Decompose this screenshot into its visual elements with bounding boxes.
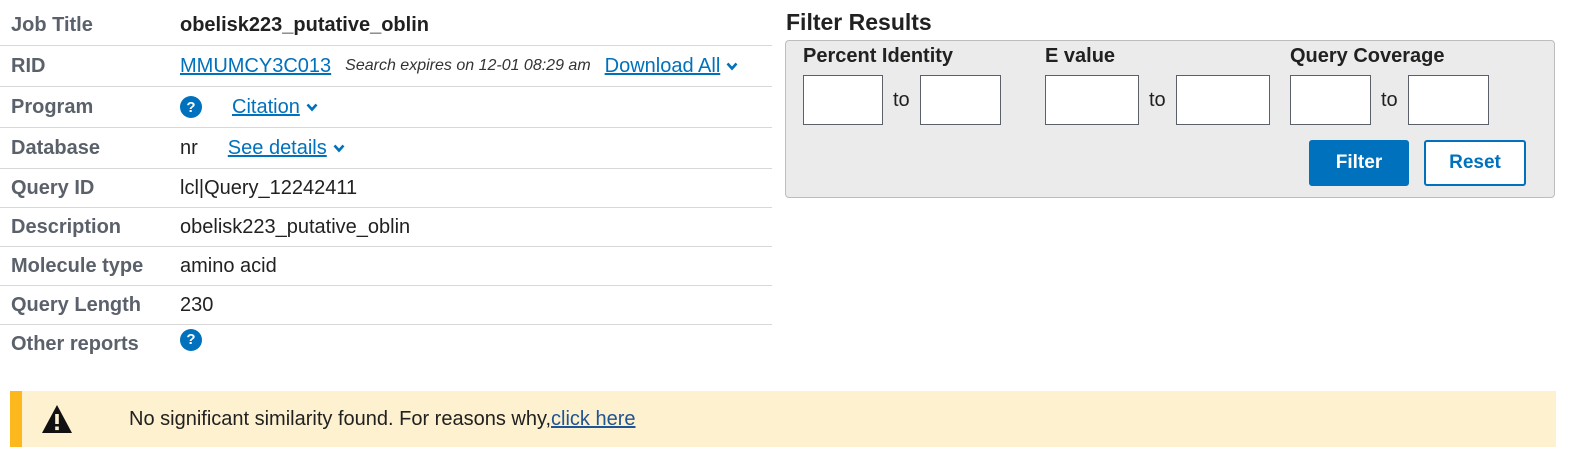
chevron-down-icon[interactable] <box>333 144 345 153</box>
warning-triangle-icon <box>42 405 72 433</box>
question-circle-icon[interactable]: ? <box>180 328 202 351</box>
percent-identity-min-input[interactable] <box>803 75 883 125</box>
query-coverage-min-input[interactable] <box>1290 75 1371 125</box>
row-program: Program ? Citation <box>0 87 772 128</box>
e-value-group: E value to <box>1045 45 1270 125</box>
percent-identity-group: Percent Identity to <box>803 45 1001 125</box>
see-details-link[interactable]: See details <box>228 137 327 160</box>
molecule-type-value: amino acid <box>180 254 277 277</box>
to-label: to <box>1149 88 1166 111</box>
percent-identity-max-input[interactable] <box>919 75 1001 125</box>
chevron-down-icon[interactable] <box>306 103 318 112</box>
download-all-link[interactable]: Download All <box>605 55 721 78</box>
database-label: Database <box>11 136 100 159</box>
e-value-min-input[interactable] <box>1045 75 1139 125</box>
filter-button[interactable]: Filter <box>1309 140 1409 186</box>
query-id-label: Query ID <box>11 176 95 199</box>
banner-text: No significant similarity found. For rea… <box>129 407 552 430</box>
row-query-id: Query ID lcl|Query_12242411 <box>0 169 772 208</box>
reset-button[interactable]: Reset <box>1424 140 1526 186</box>
molecule-type-label: Molecule type <box>11 254 144 277</box>
click-here-link[interactable]: click here <box>551 408 635 430</box>
e-value-max-input[interactable] <box>1175 75 1270 125</box>
database-value: nr <box>180 136 198 159</box>
banner-message: No significant similarity found. For rea… <box>129 408 636 431</box>
program-label: Program <box>11 95 94 118</box>
query-coverage-max-input[interactable] <box>1407 75 1489 125</box>
no-results-banner: No significant similarity found. For rea… <box>10 391 1556 447</box>
search-expires-text: Search expires on 12-01 08:29 am <box>345 57 591 74</box>
rid-link[interactable]: MMUMCY3C013 <box>180 55 331 78</box>
filter-panel: Percent Identity to E value to Query Cov… <box>785 40 1555 198</box>
row-query-length: Query Length 230 <box>0 286 772 325</box>
row-description: Description obelisk223_putative_oblin <box>0 208 772 247</box>
row-job-title: Job Title obelisk223_putative_oblin <box>0 5 772 46</box>
row-database: Database nr See details <box>0 128 772 169</box>
query-length-label: Query Length <box>11 293 142 316</box>
row-rid: RID MMUMCY3C013 Search expires on 12-01 … <box>0 46 772 87</box>
e-value-label: E value <box>1045 45 1116 67</box>
filter-results-title: Filter Results <box>786 9 932 35</box>
job-title-value: obelisk223_putative_oblin <box>180 13 429 36</box>
question-circle-icon[interactable]: ? <box>180 96 202 118</box>
citation-link[interactable]: Citation <box>232 96 300 119</box>
description-value: obelisk223_putative_oblin <box>180 215 411 238</box>
job-title-label: Job Title <box>11 13 93 36</box>
query-coverage-group: Query Coverage to <box>1290 45 1489 125</box>
percent-identity-label: Percent Identity <box>803 45 954 67</box>
to-label: to <box>893 88 910 111</box>
query-coverage-label: Query Coverage <box>1290 45 1445 67</box>
rid-label: RID <box>11 54 46 77</box>
row-other-reports: Other reports ? <box>0 325 772 364</box>
query-length-value: 230 <box>180 293 214 316</box>
job-summary-table: Job Title obelisk223_putative_oblin RID … <box>0 5 772 364</box>
query-id-value: lcl|Query_12242411 <box>180 176 358 199</box>
chevron-down-icon[interactable] <box>726 62 738 71</box>
row-molecule-type: Molecule type amino acid <box>0 247 772 286</box>
other-reports-label: Other reports <box>11 333 139 355</box>
description-label: Description <box>11 215 122 238</box>
to-label: to <box>1381 88 1398 111</box>
